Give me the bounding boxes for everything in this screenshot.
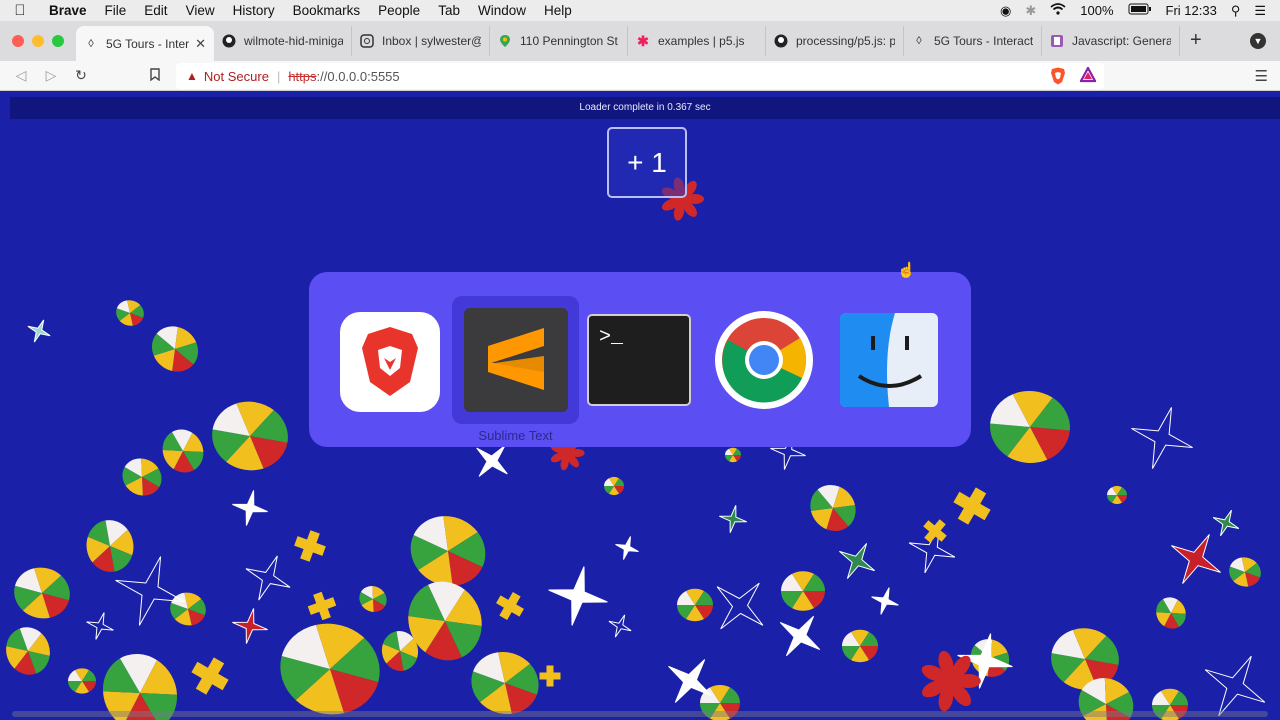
tab-label: 110 Pennington St - [520,34,619,48]
menu-tab[interactable]: Tab [429,3,469,18]
menu-history[interactable]: History [224,3,284,18]
brave-rewards-icon[interactable] [1079,65,1097,86]
notification-center-icon[interactable]: ☰ [1254,3,1266,19]
new-tab-button[interactable]: + [1180,29,1216,61]
menu-window[interactable]: Window [469,3,535,18]
minimize-window-button[interactable] [32,35,44,47]
sublime-text-icon[interactable] [464,308,568,412]
tab-javascript[interactable]: Javascript: Genera [1042,26,1180,56]
score-counter: + 1 [607,127,687,198]
tab-label: Inbox | sylwester@ [382,34,481,48]
app-switcher: Sublime Text >_ [309,272,971,447]
wifi-icon[interactable] [1050,3,1066,18]
url-host: ://0.0.0.0:5555 [316,68,400,84]
brave-icon[interactable] [340,312,440,412]
forward-icon[interactable]: ▷ [36,67,66,84]
terminal-icon[interactable]: >_ [587,314,691,406]
github-icon [774,34,788,48]
tab-label: 5G Tours - Inter [106,36,190,51]
tab-inbox[interactable]: Inbox | sylwester@ [352,26,490,56]
tab-strip: ◊ 5G Tours - Inter ✕ wilmote-hid-miniga … [0,21,1280,61]
divider: | [276,68,281,84]
selected-app-label: Sublime Text [478,428,553,443]
menu-edit[interactable]: Edit [135,3,176,18]
tab-label: processing/p5.js: p [796,34,895,48]
back-icon[interactable]: ◁ [6,67,36,84]
security-status[interactable]: Not Secure [204,69,269,84]
globe-icon: ◊ [88,37,94,50]
tab-5g-tours[interactable]: ◊ 5G Tours - Inter ✕ [76,26,214,61]
bluetooth-icon[interactable]: ✱ [1025,3,1036,19]
reload-icon[interactable]: ↻ [66,67,96,84]
tab-label: wilmote-hid-miniga [244,34,343,48]
address-bar[interactable]: ▲ Not Secure | https ://0.0.0.0:5555 [176,63,1104,89]
tab-pennington[interactable]: 110 Pennington St - [490,26,628,56]
page-canvas[interactable]: Loader complete in 0.367 sec + 1 Sublime… [0,91,1280,720]
menu-people[interactable]: People [369,3,429,18]
tab-label: Javascript: Genera [1072,34,1171,48]
menu-view[interactable]: View [177,3,224,18]
menu-brave[interactable]: Brave [40,3,96,18]
window-controls [0,35,76,61]
globe-icon: ◊ [916,35,922,47]
tab-wilmote[interactable]: wilmote-hid-miniga [214,26,352,56]
browser-toolbar: ◁ ▷ ↻ ▲ Not Secure | https ://0.0.0.0:55… [0,61,1280,91]
tab-search-icon[interactable]: ▼ [1250,33,1266,49]
mail-icon [360,34,374,48]
tab-label: 5G Tours - Interact [934,34,1033,48]
apple-menu-icon[interactable]:  [0,2,40,19]
bookmark-icon [1050,34,1064,48]
menu-help[interactable]: Help [535,3,581,18]
menu-file[interactable]: File [96,3,136,18]
menu-clock[interactable]: Fri 12:33 [1166,3,1217,18]
bookmark-page-icon[interactable] [140,67,170,84]
brave-shields-icon[interactable] [1050,67,1066,88]
finder-icon[interactable] [839,312,939,412]
chrome-icon[interactable] [714,310,814,410]
battery-icon[interactable] [1128,3,1152,18]
tab-processing-p5[interactable]: processing/p5.js: p [766,26,904,56]
tab-p5-examples[interactable]: ✱ examples | p5.js [628,26,766,56]
hamburger-menu-icon[interactable]: ☰ [1255,67,1268,85]
svg-text:>_: >_ [599,326,624,349]
tab-5g-tours-2[interactable]: ◊ 5G Tours - Interact [904,26,1042,56]
close-tab-icon[interactable]: ✕ [195,36,206,52]
menu-bar:  Brave File Edit View History Bookmarks… [0,0,1280,21]
pointer-hand-icon: ☝ [897,262,916,279]
zoom-window-button[interactable] [52,35,64,47]
spotlight-search-icon[interactable]: ⚲ [1231,3,1241,19]
menu-bookmarks[interactable]: Bookmarks [284,3,370,18]
horizontal-scrollbar[interactable] [12,711,1268,717]
map-pin-icon [498,34,512,48]
tab-label: examples | p5.js [658,34,745,48]
battery-percent: 100% [1080,3,1114,18]
p5-asterisk-icon: ✱ [637,32,649,49]
close-window-button[interactable] [12,35,24,47]
warning-icon[interactable]: ▲ [186,69,198,83]
loader-status: Loader complete in 0.367 sec [10,97,1280,119]
record-icon[interactable]: ◉ [1000,3,1011,19]
url-protocol: https [288,68,317,84]
github-icon [222,34,236,48]
